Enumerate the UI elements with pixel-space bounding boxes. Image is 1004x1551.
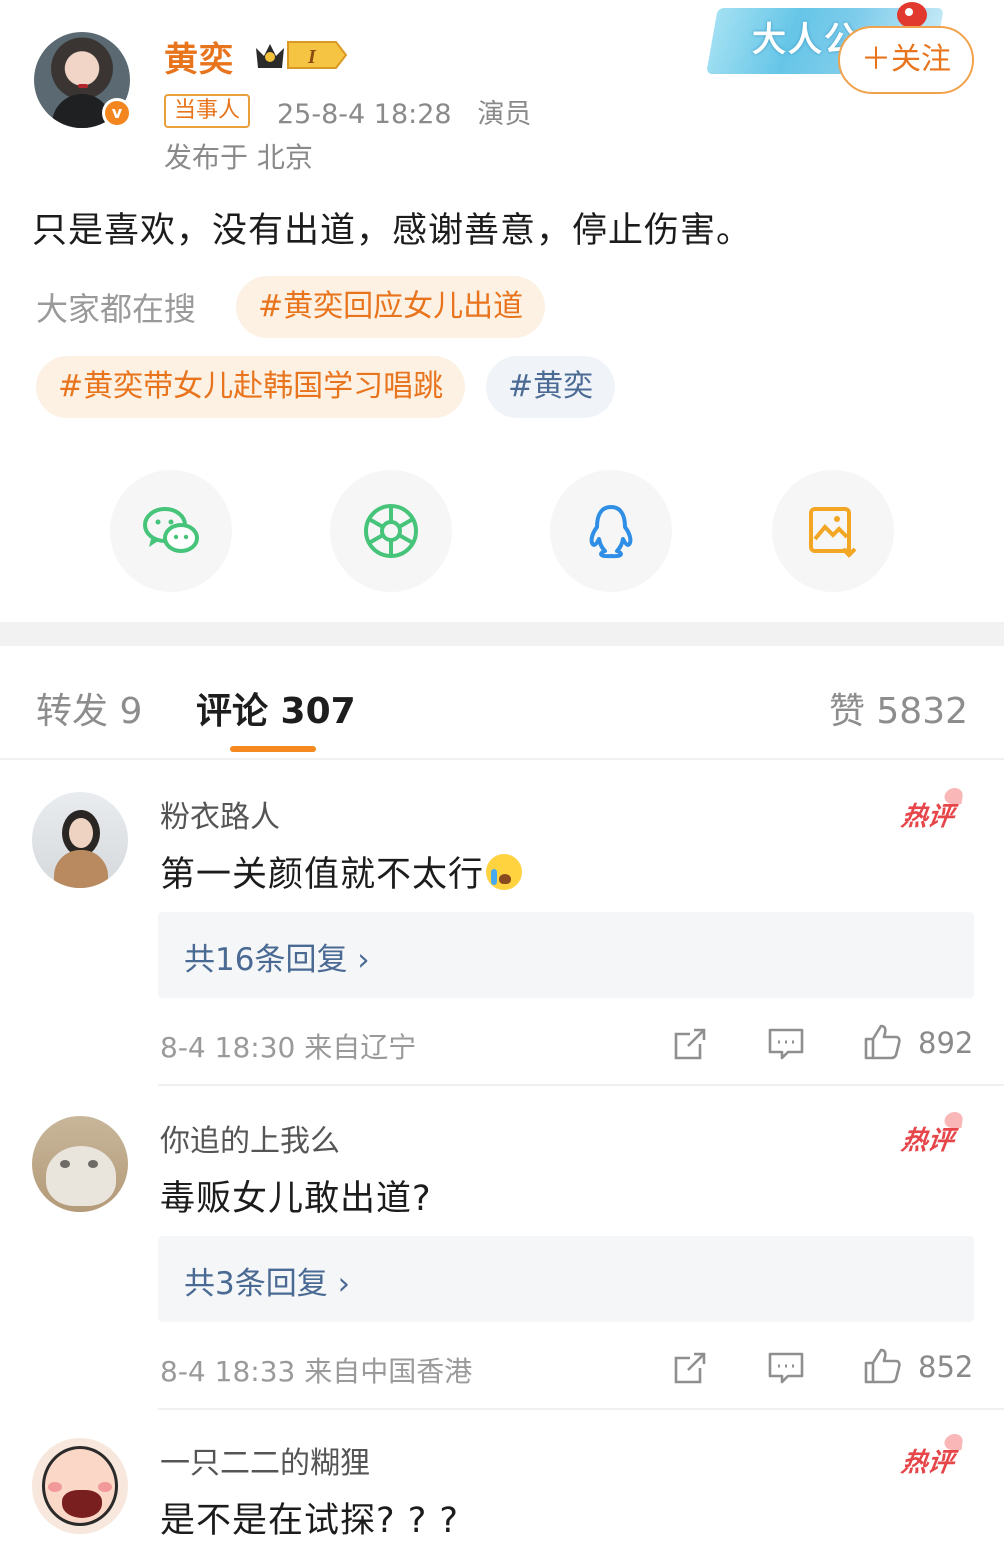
active-tab-indicator [230,746,316,752]
search-trending-label: 大家都在搜 [36,290,197,328]
comment-text: 毒贩女儿敢出道? [160,1179,432,1219]
repost-icon[interactable] [670,1024,710,1064]
tab-likes[interactable]: 赞 5832 [829,682,968,734]
comment-author-name[interactable]: 你追的上我么 [160,1116,340,1160]
like-icon[interactable] [862,1346,902,1386]
wechat-icon [143,507,199,553]
tabs-divider [0,758,1004,760]
post-meta: 25-8-4 18:28 演员 [277,99,532,130]
author-name[interactable]: 黄奕 [164,32,234,81]
topic-tag-3[interactable]: #黄奕 [486,356,616,418]
vip-level-label: I [307,46,317,68]
qq-icon [589,505,633,559]
comment-author-name[interactable]: 粉衣路人 [160,792,280,836]
follow-button[interactable]: ＋关注 [838,26,974,94]
comment-avatar[interactable] [32,792,128,888]
post-text: 只是喜欢，没有出道，感谢善意，停止伤害。 [32,211,753,251]
view-replies-button[interactable]: 共3条回复 › [158,1236,974,1322]
share-wechat-button[interactable] [110,470,232,592]
comment-icon[interactable] [766,1024,806,1064]
section-divider [0,622,1004,646]
comment-avatar[interactable] [32,1438,128,1534]
save-image-icon [809,507,857,558]
topic-tag-2[interactable]: #黄奕带女儿赴韩国学习唱跳 [36,356,466,418]
moments-icon [364,504,418,558]
post-location: 发布于 北京 [164,141,313,174]
hot-comment-badge: 热评 [899,1442,956,1479]
repost-icon[interactable] [670,1348,710,1388]
like-icon[interactable] [862,1022,902,1062]
vip-crown-badge-icon: I [256,41,348,69]
party-tag: 当事人 [164,94,251,128]
comment-text: 第一关颜值就不太行 [160,846,523,897]
crying-emoji-icon [486,854,523,890]
weibo-bird-icon [897,2,927,28]
share-moments-button[interactable] [330,470,452,592]
replies-count-label: 共3条回复 › [184,1266,350,1302]
share-qq-button[interactable] [550,470,672,592]
comment-time-location: 8-4 18:33 来自中国香港 [160,1355,473,1388]
tab-comments[interactable]: 评论 307 [196,682,356,734]
comment-text: 是不是在试探? ? ? [160,1501,459,1541]
view-replies-button[interactable]: 共16条回复 › [158,912,974,998]
verified-badge-icon: v [102,98,132,128]
tab-forwards[interactable]: 转发 9 [36,682,142,734]
replies-count-label: 共16条回复 › [184,942,370,978]
topic-tag-1[interactable]: #黄奕回应女儿出道 [236,276,546,338]
comment-icon[interactable] [766,1348,806,1388]
comment-divider [158,1408,1004,1410]
comment-divider [158,1084,1004,1086]
comment-time-location: 8-4 18:30 来自辽宁 [160,1031,417,1064]
hot-comment-badge: 热评 [899,1120,956,1157]
hot-comment-badge: 热评 [899,796,956,833]
save-image-button[interactable] [772,470,894,592]
like-count: 852 [918,1350,974,1384]
comment-avatar[interactable] [32,1116,128,1212]
like-count: 892 [918,1026,974,1060]
comment-author-name[interactable]: 一只二二的糊狸 [160,1438,370,1482]
